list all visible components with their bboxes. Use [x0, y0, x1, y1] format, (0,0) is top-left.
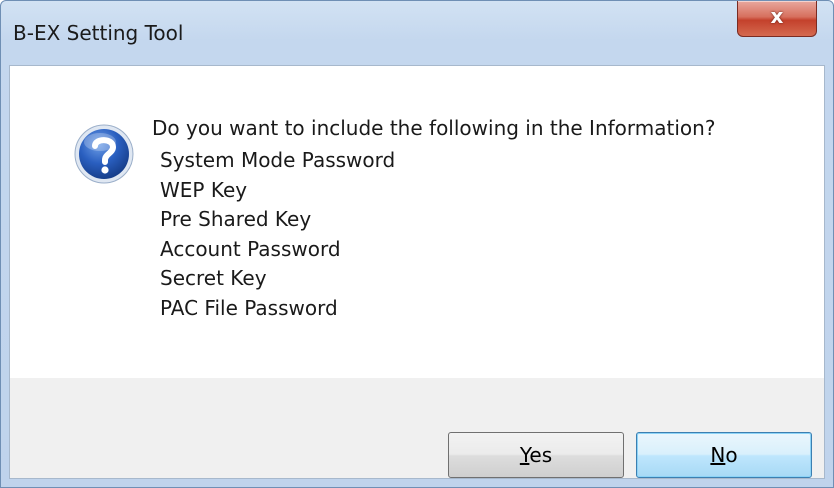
close-icon: x — [770, 4, 784, 28]
message-text: Do you want to include the following in … — [152, 116, 716, 140]
yes-button[interactable]: Yes — [448, 432, 624, 478]
window-title: B-EX Setting Tool — [13, 21, 184, 45]
no-button-label: o — [725, 443, 738, 467]
included-items-list: System Mode Password WEP Key Pre Shared … — [160, 146, 395, 323]
list-item: Secret Key — [160, 266, 267, 290]
message-panel: Do you want to include the following in … — [10, 66, 824, 378]
list-item: WEP Key — [160, 177, 248, 202]
no-button-accelerator: N — [710, 443, 726, 467]
question-icon — [74, 124, 134, 184]
yes-button-label: es — [529, 443, 553, 467]
yes-button-accelerator: Y — [519, 443, 530, 467]
list-item: PAC File Password — [160, 295, 338, 320]
title-bar[interactable]: B-EX Setting Tool x — [1, 1, 833, 65]
no-button[interactable]: No — [636, 432, 812, 478]
list-item: System Mode Password — [160, 148, 396, 172]
close-button[interactable]: x — [737, 1, 817, 37]
dialog-window: B-EX Setting Tool x Do you want to inclu… — [0, 0, 834, 488]
dialog-client-area: Do you want to include the following in … — [9, 65, 825, 479]
list-item: Pre Shared Key — [160, 207, 312, 231]
list-item: Account Password — [160, 236, 341, 261]
